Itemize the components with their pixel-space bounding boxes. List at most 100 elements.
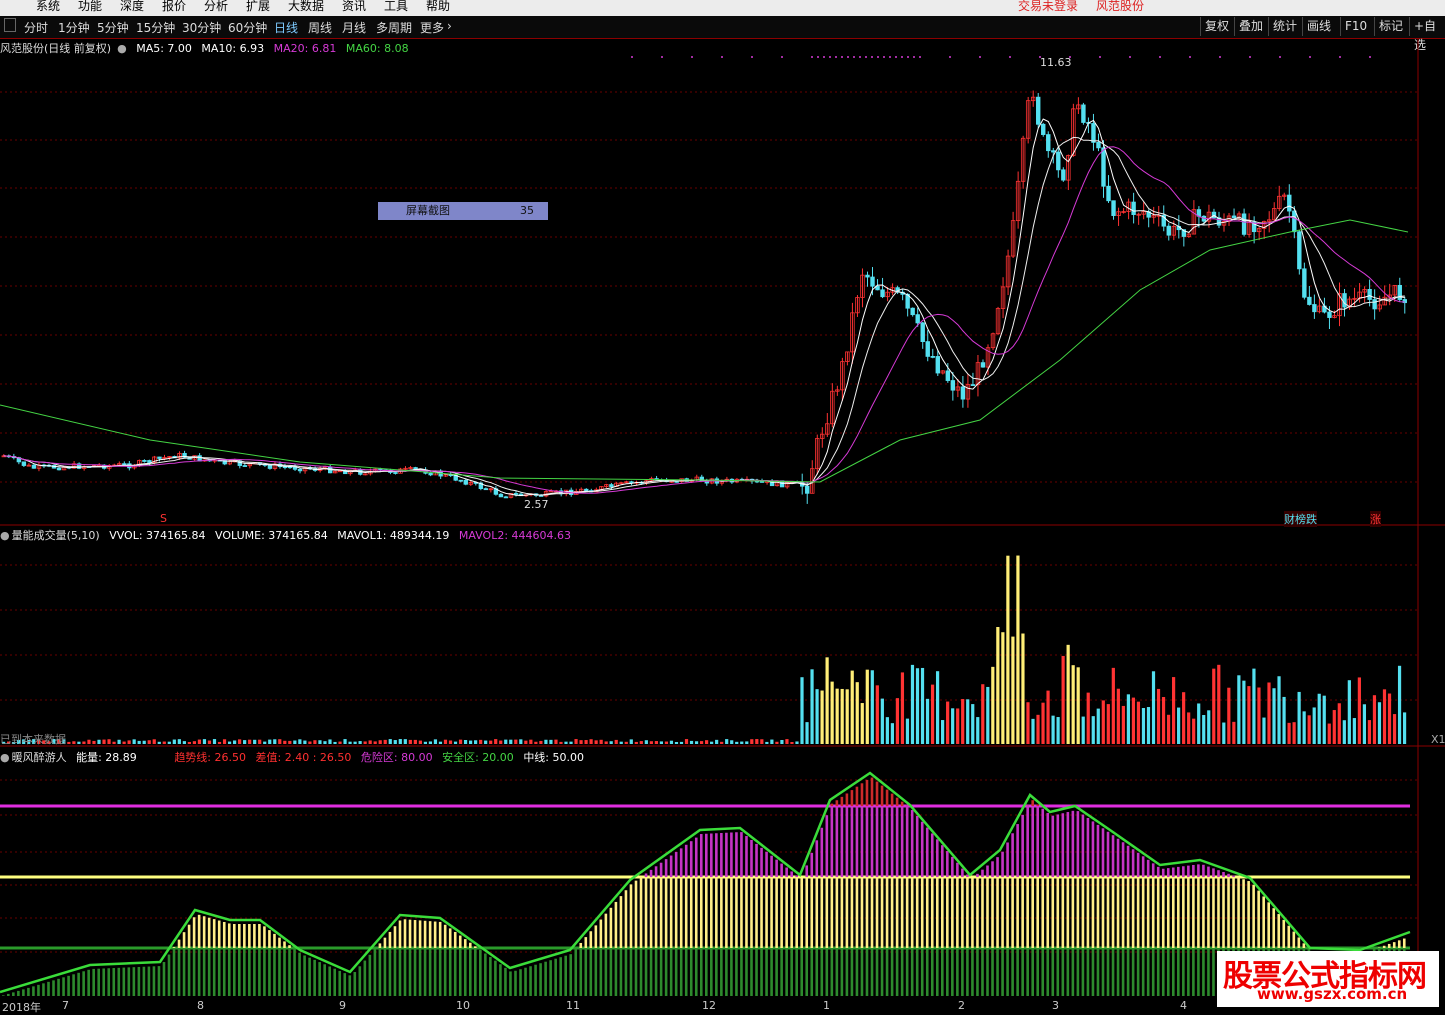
indicator-bar — [991, 877, 994, 948]
price-panel-title[interactable]: 风范股份(日线 前复权) — [0, 42, 111, 55]
ma60-line — [0, 220, 1408, 482]
indicator-bar — [1026, 948, 1029, 996]
indicator-bar — [1021, 948, 1024, 996]
indicator-bar — [434, 948, 437, 996]
indicator-bar — [133, 967, 136, 996]
volume-bar — [795, 741, 798, 744]
indicator-bar — [1393, 942, 1396, 948]
indicator-bar — [695, 948, 698, 996]
candle-body — [484, 489, 488, 490]
indicator-bar — [258, 948, 261, 996]
volume-bar — [112, 742, 115, 744]
volume-bar — [494, 739, 497, 744]
indicator-bar — [1127, 948, 1130, 996]
volume-bar — [1187, 712, 1190, 744]
indicator-bar — [1277, 914, 1280, 948]
indicator-bar — [891, 877, 894, 948]
volume-bar — [991, 667, 994, 744]
indicator-bar — [1031, 948, 1034, 996]
indicator-bar — [1252, 885, 1255, 948]
indicator-bar — [775, 948, 778, 996]
dropdown-icon[interactable]: ● — [117, 42, 127, 55]
candle-body — [936, 356, 940, 373]
indicator-bar — [966, 877, 969, 948]
chart-canvas[interactable] — [0, 0, 1445, 1013]
volume-bar — [1212, 669, 1215, 744]
candle-body — [916, 315, 920, 323]
volume-bar — [710, 742, 713, 744]
indicator-bar — [1046, 813, 1049, 877]
volume-panel-title[interactable]: 量能成交量(5,10) — [12, 529, 100, 542]
indicator-bar — [795, 877, 798, 948]
indicator-bar — [680, 877, 683, 948]
volume-bar — [1072, 665, 1075, 744]
volume-bar — [1338, 703, 1341, 744]
indicator-bar — [630, 948, 633, 996]
volume-bar — [750, 739, 753, 744]
indicator-bar — [1303, 943, 1306, 948]
indicator-bar — [153, 966, 156, 996]
indicator-bar — [1282, 920, 1285, 948]
mid-line-label: 中线: 50.00 — [523, 751, 584, 764]
volume-bar — [765, 742, 768, 744]
indicator-bar — [635, 881, 638, 948]
indicator-bar — [780, 877, 783, 948]
indicator-bar — [414, 948, 417, 996]
indicator-bar — [92, 969, 95, 996]
volume-bar — [1107, 704, 1110, 744]
indicator-bar — [213, 948, 216, 996]
indicator-bar — [1036, 877, 1039, 948]
volume-bar — [97, 740, 100, 744]
indicator-bar — [1212, 868, 1215, 877]
indicator-bar — [57, 979, 60, 996]
indicator-bar — [303, 955, 306, 996]
indicator-bar — [429, 948, 432, 996]
volume-bar — [77, 742, 80, 744]
indicator-bar — [765, 852, 768, 877]
indicator-bar — [911, 877, 914, 948]
volume-bar — [615, 740, 618, 744]
volume-bar — [1323, 696, 1326, 744]
volume-bar — [359, 741, 362, 744]
indicator-bar — [795, 948, 798, 996]
indicator-bar — [976, 874, 979, 877]
indicator-bar — [1192, 948, 1195, 996]
volume-bar — [891, 723, 894, 744]
indicator-panel-title[interactable]: 暖风醉游人 — [12, 751, 67, 764]
indicator-bar — [971, 878, 974, 948]
volume-bar — [635, 742, 638, 744]
collapse-icon[interactable]: ● — [0, 529, 10, 542]
volume-bar — [1142, 708, 1145, 744]
indicator-bar — [248, 924, 251, 948]
volume-bar — [680, 742, 683, 744]
volume-bar — [841, 689, 844, 744]
indicator-bar — [107, 968, 110, 996]
event-tag-rise[interactable]: 涨 — [1370, 511, 1381, 527]
indicator-bar — [203, 948, 206, 996]
indicator-bar — [1127, 877, 1130, 948]
event-tag-fall[interactable]: 财榜跌 — [1284, 511, 1317, 527]
indicator-bar — [780, 864, 783, 877]
collapse-icon[interactable]: ● — [0, 751, 10, 764]
volume-bar — [595, 740, 598, 744]
volume-bar — [1177, 708, 1180, 744]
indicator-bar — [700, 834, 703, 877]
volume-bar — [961, 699, 964, 744]
volume-bar — [534, 742, 537, 744]
candle-body — [1298, 232, 1302, 269]
energy-label: 能量: 28.89 — [76, 751, 137, 764]
screenshot-popup[interactable]: 屏幕截图 35 — [378, 202, 548, 220]
volume-bar — [745, 741, 748, 744]
volume-bar — [389, 739, 392, 744]
candle-body — [981, 363, 985, 367]
indicator-bar — [826, 815, 829, 877]
indicator-bar — [941, 948, 944, 996]
signal-dot — [1369, 56, 1371, 58]
indicator-bar — [1162, 877, 1165, 948]
indicator-bar — [720, 877, 723, 948]
indicator-bar — [710, 833, 713, 877]
candle-body — [584, 489, 588, 490]
indicator-bar — [655, 877, 658, 948]
indicator-bar — [158, 966, 161, 996]
indicator-bar — [765, 877, 768, 948]
